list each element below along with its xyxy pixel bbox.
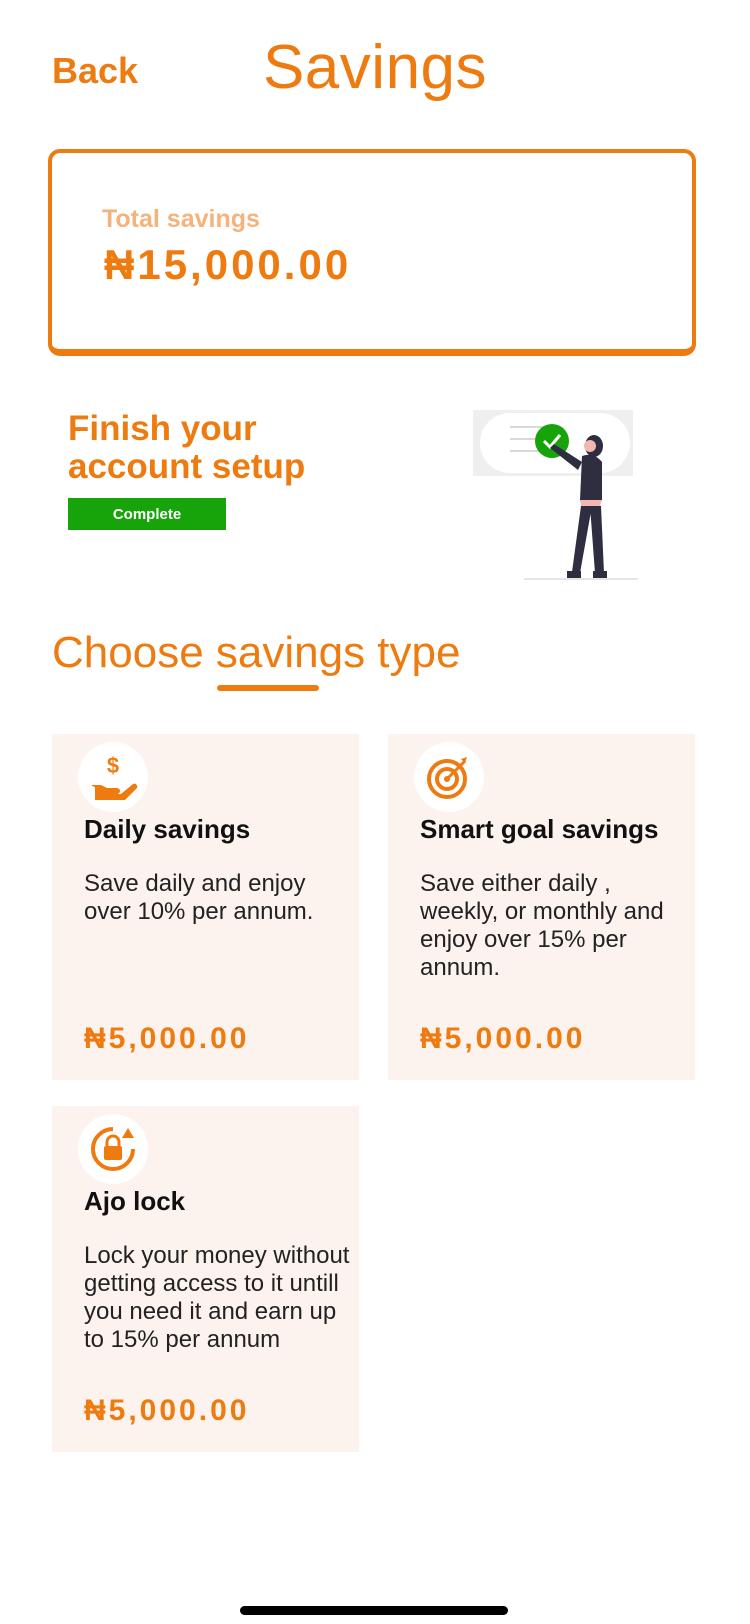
page-title: Savings (262, 33, 488, 102)
card-description: Lock your money without getting access t… (84, 1242, 350, 1353)
hand-coin-icon: $ (78, 742, 148, 812)
card-ajo-lock[interactable]: Ajo lock Lock your money without getting… (52, 1106, 359, 1452)
card-amount: ₦5,000.00 (84, 1394, 250, 1427)
card-smart-goal-savings[interactable]: Smart goal savings Save either daily , w… (388, 734, 695, 1080)
setup-illustration (473, 410, 638, 580)
target-icon (414, 742, 484, 812)
lock-refresh-icon (78, 1114, 148, 1184)
card-description: Save either daily , weekly, or monthly a… (420, 870, 664, 981)
setup-title: Finish your account setup (68, 409, 306, 486)
title-underline (217, 685, 319, 691)
total-savings-label: Total savings (102, 205, 260, 233)
card-daily-savings[interactable]: $ Daily savings Save daily and enjoy ove… (52, 734, 359, 1080)
card-name: Smart goal savings (420, 814, 659, 844)
complete-setup-button[interactable]: Complete (68, 498, 226, 530)
total-savings-amount: ₦15,000.00 (104, 241, 352, 288)
card-name: Ajo lock (84, 1186, 186, 1216)
card-amount: ₦5,000.00 (420, 1022, 586, 1055)
card-description: Save daily and enjoy over 10% per annum. (84, 870, 314, 925)
svg-text:$: $ (107, 753, 119, 778)
home-indicator[interactable] (240, 1606, 508, 1615)
card-name: Daily savings (84, 814, 251, 844)
total-savings-card: Total savings ₦15,000.00 (48, 149, 696, 356)
choose-savings-title: Choose savings type (52, 628, 461, 677)
card-amount: ₦5,000.00 (84, 1022, 250, 1055)
